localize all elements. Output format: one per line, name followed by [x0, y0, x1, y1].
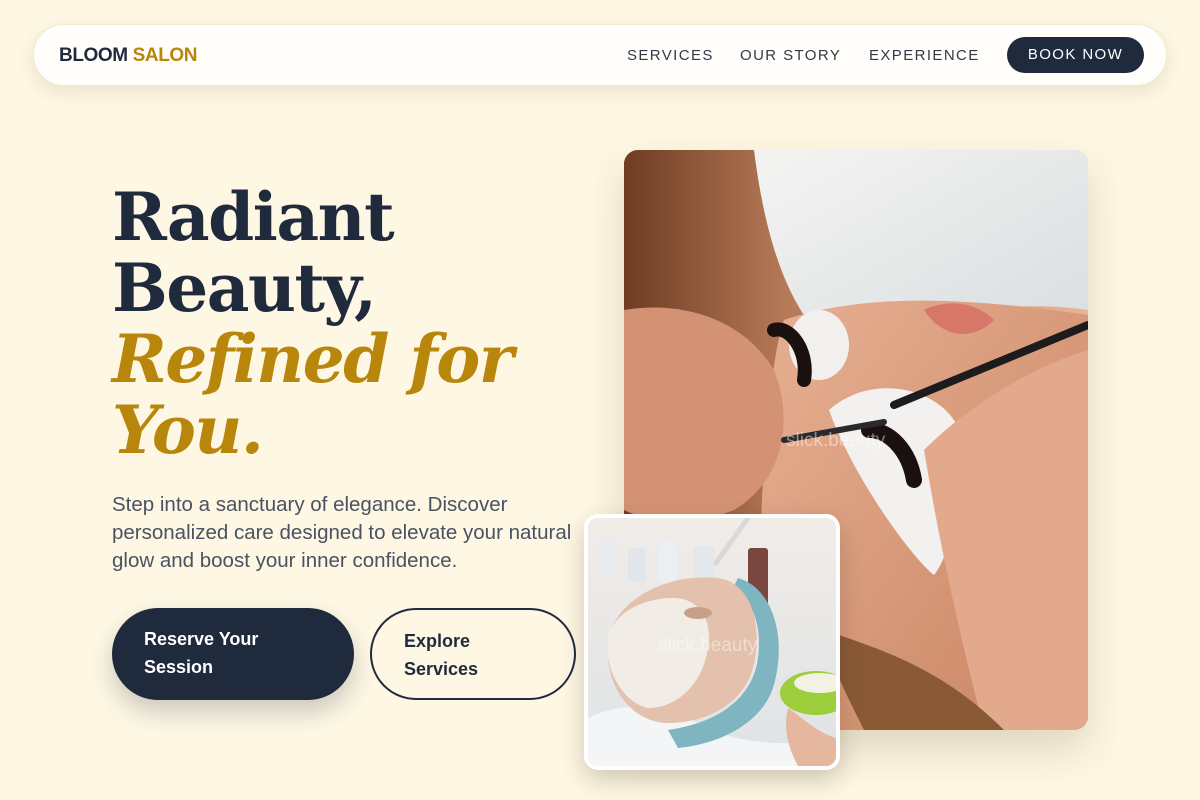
hero-title-line-1: Radiant — [112, 178, 395, 256]
nav-link-our-story[interactable]: OUR STORY — [740, 46, 841, 66]
thumbnail-watermark: slick.beauty — [658, 635, 758, 656]
hero-title-line-3: Refined for — [112, 320, 514, 398]
book-now-button[interactable]: BOOK NOW — [1007, 37, 1144, 73]
brand-logo[interactable]: BLOOM SALON — [59, 44, 198, 68]
top-navbar: BLOOM SALON SERVICES OUR STORY EXPERIENC… — [33, 24, 1167, 86]
hero-title-line-4: You. — [112, 391, 264, 469]
nav-link-services[interactable]: SERVICES — [627, 46, 714, 66]
brand-name-part2: SALON — [132, 45, 198, 66]
hero-title: Radiant Beauty, Refined for You. — [112, 182, 572, 466]
brand-name-part1: BLOOM — [59, 45, 128, 66]
explore-services-button[interactable]: Explore Services — [370, 608, 576, 700]
hero-description: Step into a sanctuary of elegance. Disco… — [112, 493, 572, 572]
main-photo-watermark: slick.beauty — [786, 430, 886, 451]
reserve-session-button[interactable]: Reserve Your Session — [112, 608, 354, 700]
hero-title-line-2: Beauty, — [112, 249, 377, 327]
nav-link-experience[interactable]: EXPERIENCE — [869, 46, 980, 66]
facial-mask-thumbnail: slick.beauty — [584, 514, 840, 770]
